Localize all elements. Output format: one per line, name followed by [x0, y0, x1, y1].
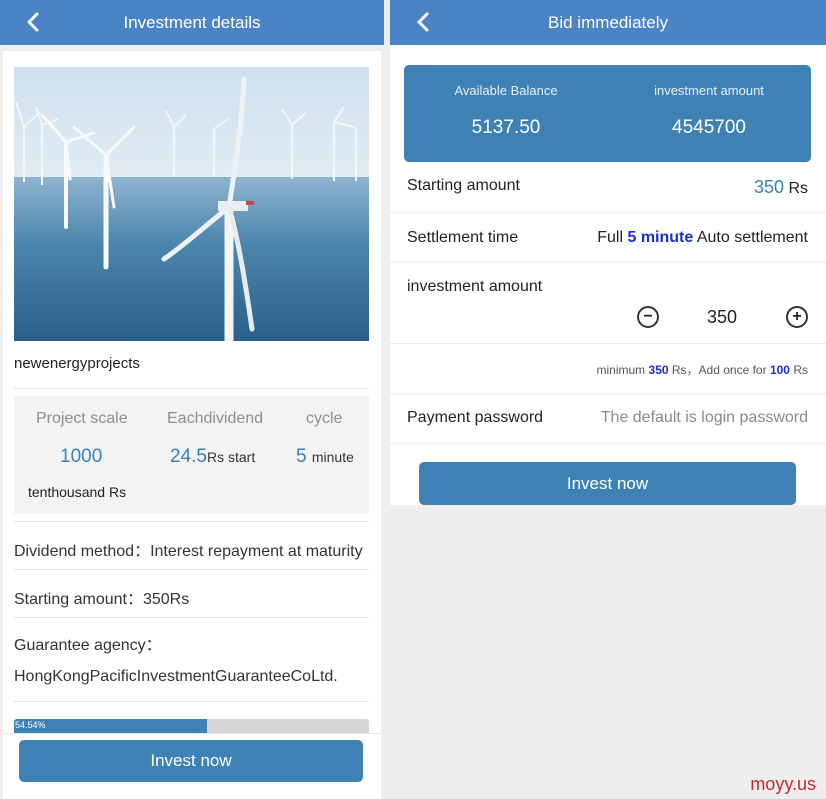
balance-card: Available Balance investment amount 5137… — [404, 65, 811, 162]
payment-password-label: Payment password — [407, 409, 544, 426]
project-scale-unit: tenthousand Rs — [28, 484, 127, 500]
invest-now-button[interactable]: Invest now — [419, 462, 796, 505]
investment-amount-input-label: investment amount — [407, 278, 543, 295]
back-button[interactable] — [22, 11, 44, 33]
available-balance-label: Available Balance — [454, 83, 558, 98]
progress-text: 54.54% — [15, 720, 46, 730]
divider — [390, 262, 826, 263]
amount-hint: minimum 350 Rs，Add once for 100 Rs — [596, 363, 809, 377]
project-name: newenergyprojects — [14, 355, 140, 372]
project-scale-value: 1000 — [60, 446, 103, 467]
cycle-value: 5 minute — [296, 446, 354, 467]
quantity-value[interactable]: 350 — [696, 307, 748, 328]
settlement-time-label: Settlement time — [407, 229, 519, 246]
divider — [390, 393, 826, 394]
each-dividend-value: 24.5Rs start — [170, 446, 256, 467]
back-button[interactable] — [412, 11, 434, 33]
divider — [14, 521, 369, 522]
each-dividend-label: Eachdividend — [167, 410, 264, 427]
settlement-time-value: Full 5 minute Auto settlement — [597, 229, 808, 246]
divider — [14, 569, 369, 570]
starting-amount-info: Starting amount：350Rs — [14, 591, 190, 608]
payment-password-input[interactable]: The default is login password — [601, 409, 808, 427]
guarantee-agency-label: Guarantee agency： — [14, 637, 162, 654]
starting-amount-unit: Rs — [788, 180, 808, 197]
increase-button[interactable]: + — [786, 306, 808, 328]
bottom-action-bar: Invest now — [3, 733, 381, 799]
divider — [390, 343, 826, 344]
starting-amount-value: 350 Rs — [753, 177, 808, 197]
project-card: newenergyprojects Project scale Eachdivi… — [3, 51, 381, 799]
divider — [14, 701, 369, 702]
plus-icon: + — [792, 308, 802, 325]
project-stats: Project scale Eachdividend cycle 1000 24… — [14, 396, 369, 514]
guarantee-agency-value: HongKongPacificInvestmentGuaranteeCoLtd. — [14, 668, 338, 685]
chevron-left-icon — [27, 12, 39, 32]
cycle-unit: minute — [311, 449, 354, 465]
invest-now-button[interactable]: Invest now — [19, 740, 363, 782]
available-balance-value: 5137.50 — [471, 117, 541, 138]
divider — [390, 212, 826, 213]
minus-icon: − — [643, 308, 653, 325]
divider — [14, 388, 369, 389]
right-header: Bid immediately — [390, 0, 826, 45]
divider — [14, 617, 369, 618]
bid-form: Available Balance investment amount 5137… — [390, 45, 826, 505]
divider — [390, 443, 826, 444]
project-image — [14, 67, 369, 341]
bid-immediately-screen: Bid immediately Available Balance invest… — [390, 0, 826, 799]
left-header: Investment details — [0, 0, 384, 45]
investment-amount-value: 4545700 — [672, 117, 746, 138]
page-title: Bid immediately — [548, 12, 668, 32]
cycle-label: cycle — [306, 410, 343, 427]
starting-amount-label: Starting amount — [407, 177, 520, 194]
watermark: moyy.us — [750, 774, 816, 794]
dividend-unit: Rs start — [206, 449, 256, 465]
page-title: Investment details — [123, 12, 261, 32]
investment-amount-label: investment amount — [654, 83, 764, 98]
investment-details-screen: Investment details newenergyprojects Pro… — [0, 0, 384, 799]
funding-progress-bar: 54.54% — [14, 719, 369, 733]
chevron-left-icon — [417, 12, 429, 32]
project-scale-label: Project scale — [36, 410, 128, 427]
decrease-button[interactable]: − — [637, 306, 659, 328]
dividend-method: Dividend method：Interest repayment at ma… — [14, 543, 363, 560]
